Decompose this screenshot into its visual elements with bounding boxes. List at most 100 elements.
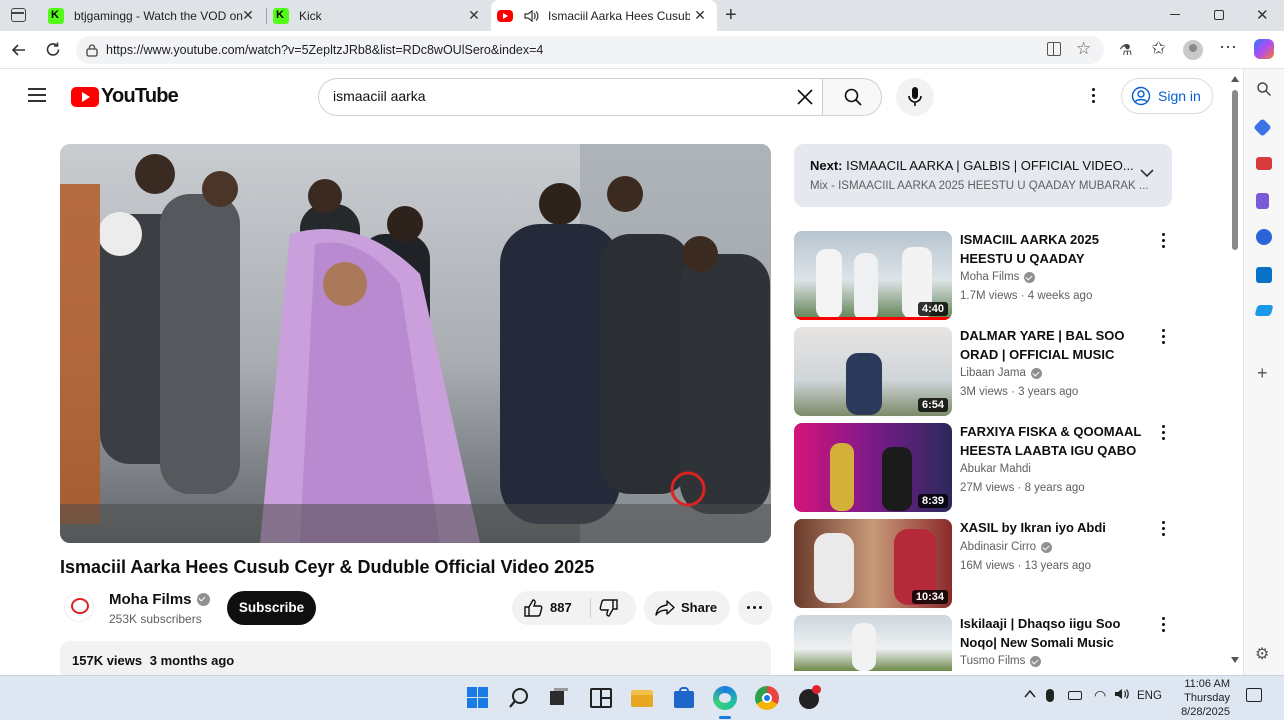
like-divider xyxy=(590,598,591,618)
next-title: ISMAACIL AARKA | GALBIS | OFFICIAL VIDEO… xyxy=(846,158,1134,173)
chevron-down-icon[interactable] xyxy=(1140,168,1154,178)
add-sidebar-icon[interactable]: + xyxy=(1257,363,1268,384)
close-tab-icon[interactable]: ✕ xyxy=(467,8,481,22)
voice-search-button[interactable] xyxy=(896,78,934,116)
action-menu-icon[interactable] xyxy=(1160,521,1168,539)
recommendation-thumbnail[interactable]: 8:39 xyxy=(794,423,952,512)
store-icon[interactable] xyxy=(672,686,696,710)
settings-dots-icon[interactable] xyxy=(1092,88,1096,103)
recommendation-channel[interactable]: Moha Films xyxy=(960,271,1036,283)
favorites-icon[interactable]: ✩ xyxy=(1151,38,1166,59)
widgets-icon[interactable] xyxy=(589,686,613,710)
clear-search-icon[interactable] xyxy=(795,87,815,107)
action-menu-icon[interactable] xyxy=(1160,425,1168,443)
profile-avatar[interactable] xyxy=(1183,40,1203,60)
task-view-icon[interactable] xyxy=(546,686,570,710)
scrollbar-thumb[interactable] xyxy=(1232,90,1238,250)
close-tab-icon[interactable]: ✕ xyxy=(693,8,707,22)
channel-avatar[interactable] xyxy=(64,592,94,622)
address-bar[interactable]: https://www.youtube.com/watch?v=5ZepltzJ… xyxy=(76,36,1104,64)
action-menu-icon[interactable] xyxy=(1160,233,1168,251)
minimize-button[interactable] xyxy=(1170,14,1180,15)
start-windows-icon[interactable] xyxy=(466,686,490,710)
volume-icon[interactable] xyxy=(1114,687,1130,701)
copilot-sidebar-icon[interactable] xyxy=(1256,229,1272,245)
copilot-icon[interactable] xyxy=(1254,39,1274,59)
recommendation-channel[interactable]: Tusmo Films xyxy=(960,655,1042,667)
notification-center-icon[interactable] xyxy=(1246,688,1262,702)
recommendation-title[interactable]: XASIL by Ikran iyo Abdi holland xyxy=(960,518,1150,537)
video-player[interactable] xyxy=(60,144,771,543)
chrome-icon[interactable] xyxy=(755,686,779,710)
subscribe-button[interactable]: Subscribe xyxy=(227,591,316,625)
language-indicator[interactable]: ENG xyxy=(1137,690,1162,702)
scroll-up-arrow[interactable] xyxy=(1231,76,1239,82)
recommendation-channel[interactable]: Abdinasir Cirro xyxy=(960,541,1053,553)
active-app-indicator xyxy=(719,716,731,719)
guide-menu-icon[interactable] xyxy=(28,88,46,102)
new-tab-button[interactable]: + xyxy=(725,4,737,27)
recommendation-meta: 3M views · 3 years ago xyxy=(960,386,1078,398)
action-menu-icon[interactable] xyxy=(1160,617,1168,635)
show-hidden-icons[interactable] xyxy=(1024,689,1036,699)
tab-kick-vod[interactable]: K btjgamingg - Watch the VOD on ✕ xyxy=(40,0,265,31)
outlook-icon[interactable] xyxy=(1256,267,1272,283)
battery-icon[interactable] xyxy=(1068,691,1082,700)
recommendation-title[interactable]: DALMAR YARE | BAL SOO ORAD | OFFICIAL MU… xyxy=(960,326,1150,364)
tools-briefcase-icon[interactable] xyxy=(1256,157,1272,170)
share-button[interactable]: Share xyxy=(644,591,730,625)
speaker-icon[interactable] xyxy=(523,9,539,23)
recommendation-channel[interactable]: Abukar Mahdi xyxy=(960,463,1031,475)
clock[interactable]: 11:06 AM Thursday 8/28/2025 xyxy=(1168,677,1230,719)
shopping-tag-icon[interactable] xyxy=(1253,118,1272,137)
microphone-tray-icon[interactable] xyxy=(1046,689,1054,702)
tab-youtube-active[interactable]: Ismaciil Aarka Hees Cusub C ✕ xyxy=(491,0,717,31)
recommendation-channel[interactable]: Libaan Jama xyxy=(960,367,1042,379)
file-explorer-icon[interactable] xyxy=(630,686,654,710)
close-window-button[interactable]: ✕ xyxy=(1256,6,1269,24)
sign-in-button[interactable]: Sign in xyxy=(1121,78,1213,114)
close-tab-icon[interactable]: ✕ xyxy=(241,8,255,22)
scroll-down-arrow[interactable] xyxy=(1231,657,1239,663)
recommendation-thumbnail[interactable]: 4:40 xyxy=(794,231,952,320)
site-info-icon[interactable] xyxy=(85,43,99,57)
search-input[interactable] xyxy=(333,88,773,104)
tab-actions-icon[interactable] xyxy=(11,8,26,22)
page-scrollbar[interactable] xyxy=(1229,72,1241,675)
thumb-figure xyxy=(852,623,876,671)
back-icon[interactable] xyxy=(10,41,28,59)
channel-name[interactable]: Moha Films xyxy=(109,591,210,608)
action-menu-icon[interactable] xyxy=(1160,329,1168,347)
settings-more-icon[interactable]: ⋯ xyxy=(1219,37,1238,58)
dislike-button[interactable] xyxy=(598,599,618,617)
recommendation-title[interactable]: FARXIYA FISKA & QOOMAAL HEESTA LAABTA IG… xyxy=(960,422,1150,460)
games-icon[interactable] xyxy=(1256,193,1269,209)
send-icon[interactable] xyxy=(1254,305,1274,316)
app-available-icon[interactable] xyxy=(1047,42,1061,56)
verified-icon xyxy=(196,593,210,606)
youtube-logo[interactable]: YouTube xyxy=(71,85,179,108)
up-next-panel[interactable]: Next: ISMAACIL AARKA | GALBIS | OFFICIAL… xyxy=(794,144,1172,207)
recommendation-thumbnail[interactable]: 6:54 xyxy=(794,327,952,416)
recommendation-thumbnail[interactable] xyxy=(794,615,952,671)
sidebar-search-icon[interactable] xyxy=(1256,81,1272,97)
extensions-icon[interactable]: ⚗ xyxy=(1119,41,1133,59)
restore-button[interactable] xyxy=(1214,10,1224,20)
wifi-icon[interactable]: ◠ xyxy=(1094,687,1106,704)
recommendation-thumbnail[interactable]: 10:34 xyxy=(794,519,952,608)
edge-browser-icon[interactable] xyxy=(713,686,737,710)
app-notification-icon[interactable] xyxy=(797,685,821,710)
taskbar-search-icon[interactable] xyxy=(507,686,531,710)
meta-separator: · xyxy=(1017,560,1025,572)
recommendation-title[interactable]: ISMACIIL AARKA 2025 HEESTU U QAADAY MUBA… xyxy=(960,230,1150,268)
more-actions-button[interactable] xyxy=(738,591,772,625)
sidebar-settings-icon[interactable]: ⚙ xyxy=(1255,644,1269,664)
favorite-star-icon[interactable]: ☆ xyxy=(1076,39,1091,59)
clock-day: Thursday xyxy=(1184,692,1230,704)
tab-kick[interactable]: K Kick ✕ xyxy=(267,0,491,31)
verified-icon xyxy=(1024,271,1036,283)
search-button[interactable] xyxy=(822,78,882,116)
refresh-icon[interactable] xyxy=(44,41,62,59)
recommendation-title[interactable]: Iskilaaji | Dhaqso iigu Soo Noqo| New So… xyxy=(960,614,1150,652)
like-button[interactable]: 887 xyxy=(512,591,590,625)
